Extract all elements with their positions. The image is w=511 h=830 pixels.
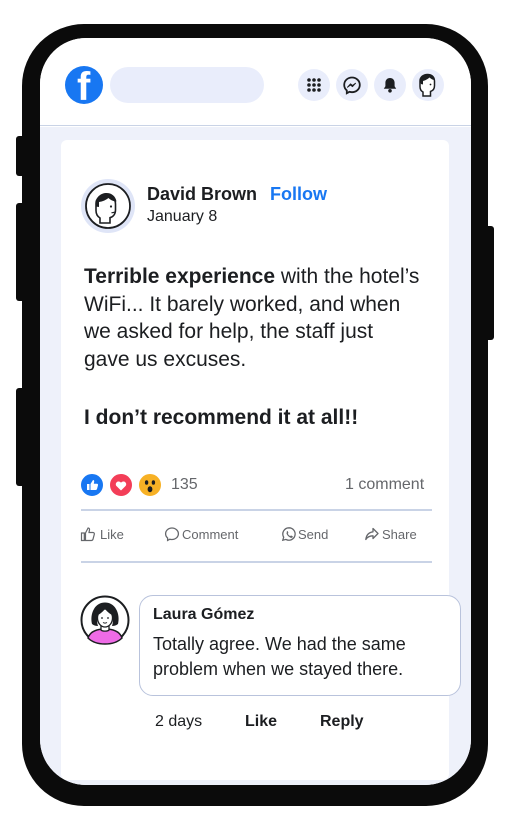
man-avatar-icon	[85, 183, 131, 229]
post-body: Terrible experience with the hotel’s WiF…	[84, 263, 424, 429]
top-navigation-bar: f	[40, 38, 471, 126]
whatsapp-send-icon	[281, 527, 296, 542]
share-arrow-icon	[365, 527, 379, 541]
comment-like-button[interactable]: Like	[245, 713, 277, 731]
search-input[interactable]	[110, 67, 264, 103]
profile-button[interactable]	[412, 69, 444, 101]
author-avatar[interactable]	[81, 179, 135, 233]
comment-action-label: Comment	[182, 527, 239, 542]
messenger-button[interactable]	[336, 69, 368, 101]
commenter-avatar[interactable]	[79, 594, 131, 646]
reaction-count[interactable]: 135	[171, 476, 198, 494]
notifications-bell-icon	[383, 78, 397, 93]
post-date: January 8	[147, 208, 218, 225]
comment-timestamp: 2 days	[155, 713, 203, 730]
divider	[81, 509, 432, 511]
wow-reaction-icon[interactable]	[137, 472, 163, 498]
comment-author-name[interactable]: Laura Gómez	[153, 606, 254, 624]
like-reaction-icon[interactable]	[79, 472, 105, 498]
apps-grid-icon	[307, 78, 321, 92]
woman-avatar-icon	[80, 595, 130, 645]
messenger-icon	[343, 76, 361, 95]
thumbs-up-icon	[80, 527, 95, 542]
notifications-button[interactable]	[374, 69, 406, 101]
comment-bubble-icon	[164, 527, 180, 542]
like-action-label: Like	[100, 527, 124, 542]
divider	[81, 561, 432, 563]
share-action-label: Share	[382, 527, 417, 542]
comment-count-link[interactable]: 1 comment	[345, 476, 424, 494]
love-reaction-icon[interactable]	[108, 472, 134, 498]
send-action-label: Send	[298, 527, 329, 542]
follow-button[interactable]: Follow	[270, 184, 327, 205]
comment-bubble: Laura Gómez Totally agree. We had the sa…	[139, 595, 461, 696]
comment-text: Totally agree. We had the same problem w…	[153, 634, 406, 679]
apps-grid-button[interactable]	[298, 69, 330, 101]
post-text-paragraph: Terrible experience with the hotel’s WiF…	[84, 263, 424, 373]
facebook-logo-icon[interactable]: f	[65, 65, 103, 109]
post-author-name[interactable]: David Brown	[147, 184, 257, 205]
profile-avatar-icon	[419, 73, 436, 97]
post-text-bold: Terrible experience	[84, 265, 276, 288]
post-text-second-paragraph: I don’t recommend it at all!!	[84, 406, 359, 429]
comment-reply-button[interactable]: Reply	[320, 713, 364, 731]
